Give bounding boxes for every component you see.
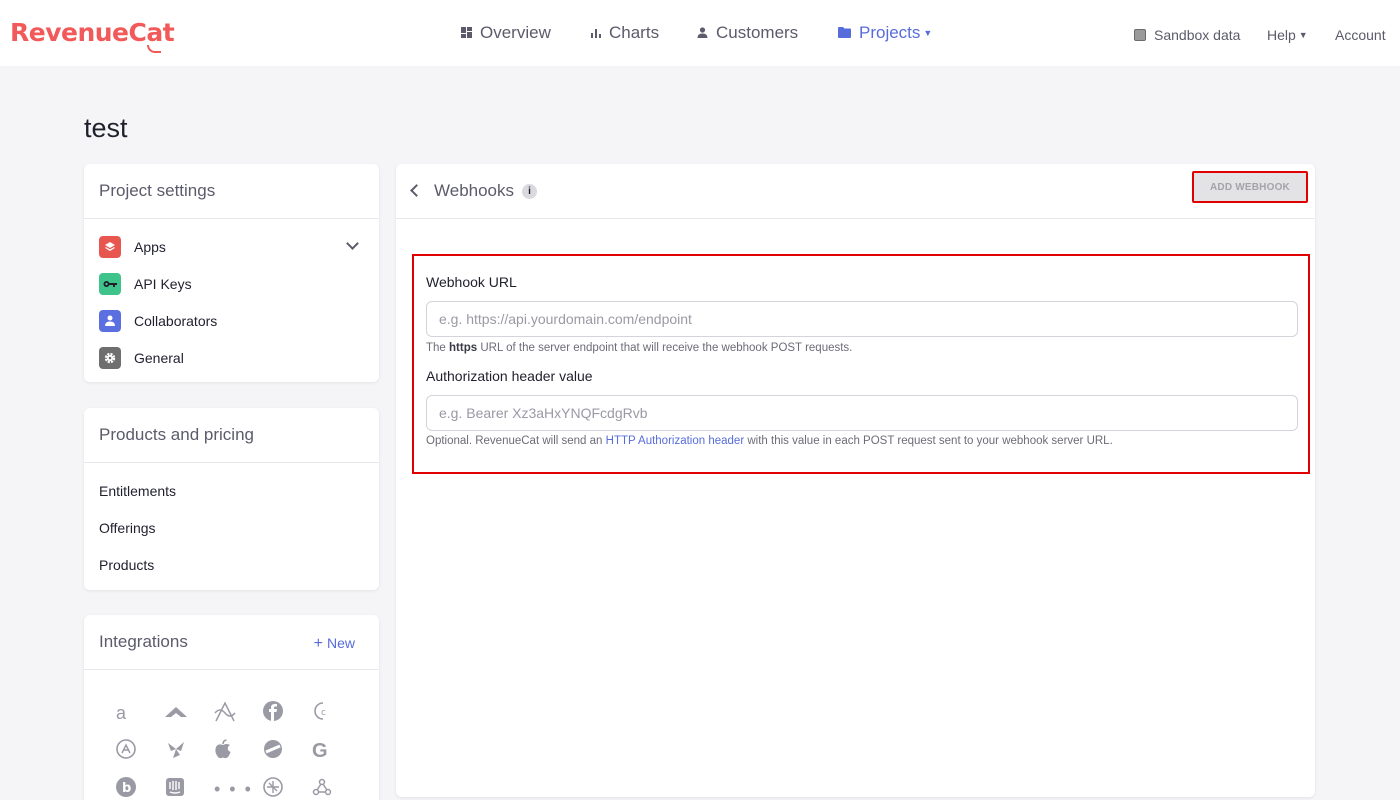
sidebar-item-apps[interactable]: Apps [84,228,379,265]
sidebar-item-collaborators[interactable]: Collaborators [84,302,379,339]
gear-icon [99,346,121,369]
nav-overview[interactable]: Overview [461,0,551,66]
page-title: test [84,113,128,143]
nav-charts-label: Charts [609,23,660,42]
clevertap-icon[interactable]: c [312,701,361,725]
webhook-url-hint: The https URL of the server endpoint tha… [426,342,853,354]
person-icon [99,309,121,332]
add-webhook-button[interactable]: ADD WEBHOOK [1192,171,1308,203]
nav-charts[interactable]: Charts [591,0,659,66]
nav-projects-label: Projects [859,23,921,42]
auth-header-label: Authorization header value [426,368,593,384]
webhook-url-input[interactable] [426,301,1298,337]
folder-icon [838,23,851,43]
nav-customers-label: Customers [716,23,799,42]
bar-chart-icon [591,23,601,43]
webhooks-title: Webhooks [434,181,515,200]
airship-icon[interactable] [165,701,214,725]
google-icon[interactable]: G [312,739,361,763]
person-icon [697,23,708,43]
nav-projects[interactable]: Projects ▼ [838,0,932,66]
sidebar-item-products[interactable]: Products [84,546,379,583]
integrations-title: Integrations [99,632,188,651]
sidebar-item-api-keys[interactable]: API Keys [84,265,379,302]
nav-overview-label: Overview [480,23,551,42]
sidebar-item-label: General [134,349,184,366]
project-settings-card: Project settings Apps API Keys Collabora… [84,164,379,382]
webhook-form: Webhook URL The https URL of the server … [412,254,1310,474]
nav-customers[interactable]: Customers [697,0,798,66]
sandbox-label: Sandbox data [1154,27,1241,43]
caret-down-icon: ▼ [1298,30,1308,40]
revenuecat-logo[interactable]: RevenueCat [10,18,175,53]
webhook-icon[interactable] [312,777,361,800]
sidebar-item-offerings[interactable]: Offerings [84,509,379,546]
help-menu[interactable]: Help ▼ [1267,0,1308,70]
amazon-icon[interactable]: a [116,701,165,725]
webhooks-panel: Webhooks i ADD WEBHOOK Webhook URL The h… [396,164,1315,797]
facebook-icon[interactable] [263,701,312,725]
help-label: Help [1267,27,1296,43]
webhook-url-label: Webhook URL [426,274,517,290]
key-icon [99,272,121,295]
sandbox-checkbox[interactable] [1134,29,1146,41]
dashboard-icon [461,23,472,43]
sidebar-item-general[interactable]: General [84,339,379,376]
sidebar-item-label: API Keys [134,275,192,292]
info-icon[interactable]: i [522,183,538,199]
products-pricing-heading: Products and pricing [84,408,379,463]
mparticle-icon[interactable] [165,739,214,763]
apple-icon[interactable] [214,739,263,763]
webhooks-header: Webhooks i ADD WEBHOOK [396,164,1315,219]
integrations-heading: Integrations + New [84,615,379,670]
auth-header-hint: Optional. RevenueCat will send an HTTP A… [426,435,1113,447]
adjust-icon[interactable] [263,777,312,800]
auth-header-input[interactable] [426,395,1298,431]
account-menu[interactable]: Account [1335,0,1386,70]
intercom-icon[interactable] [165,777,214,800]
integration-logos: a c G b • • • [116,701,361,800]
appstore-icon[interactable] [116,739,165,763]
products-pricing-card: Products and pricing Entitlements Offeri… [84,408,379,590]
plus-icon: + [313,635,323,652]
dots-icon[interactable]: • • • [214,777,263,800]
sidebar-item-label: Collaborators [134,312,218,329]
segment-icon[interactable] [263,739,312,763]
layers-icon [99,235,121,258]
new-integration-link[interactable]: + New [314,635,355,653]
account-label: Account [1335,27,1386,43]
integrations-card: Integrations + New a c G b • • • [84,615,379,800]
top-bar: RevenueCat Overview Charts Customers Pro… [0,0,1400,66]
sidebar-item-entitlements[interactable]: Entitlements [84,472,379,509]
sandbox-toggle[interactable]: Sandbox data [1134,0,1240,70]
appsflyer-icon[interactable] [214,701,263,725]
caret-down-icon: ▼ [923,28,933,38]
chevron-down-icon[interactable] [346,237,359,250]
sidebar-item-label: Apps [134,238,166,255]
svg-text:b: b [122,781,131,796]
http-authorization-link[interactable]: HTTP Authorization header [606,435,745,447]
svg-text:c: c [321,708,326,718]
back-arrow-icon[interactable] [410,184,423,197]
branch-icon[interactable]: b [116,777,165,800]
project-settings-heading: Project settings [84,164,379,219]
